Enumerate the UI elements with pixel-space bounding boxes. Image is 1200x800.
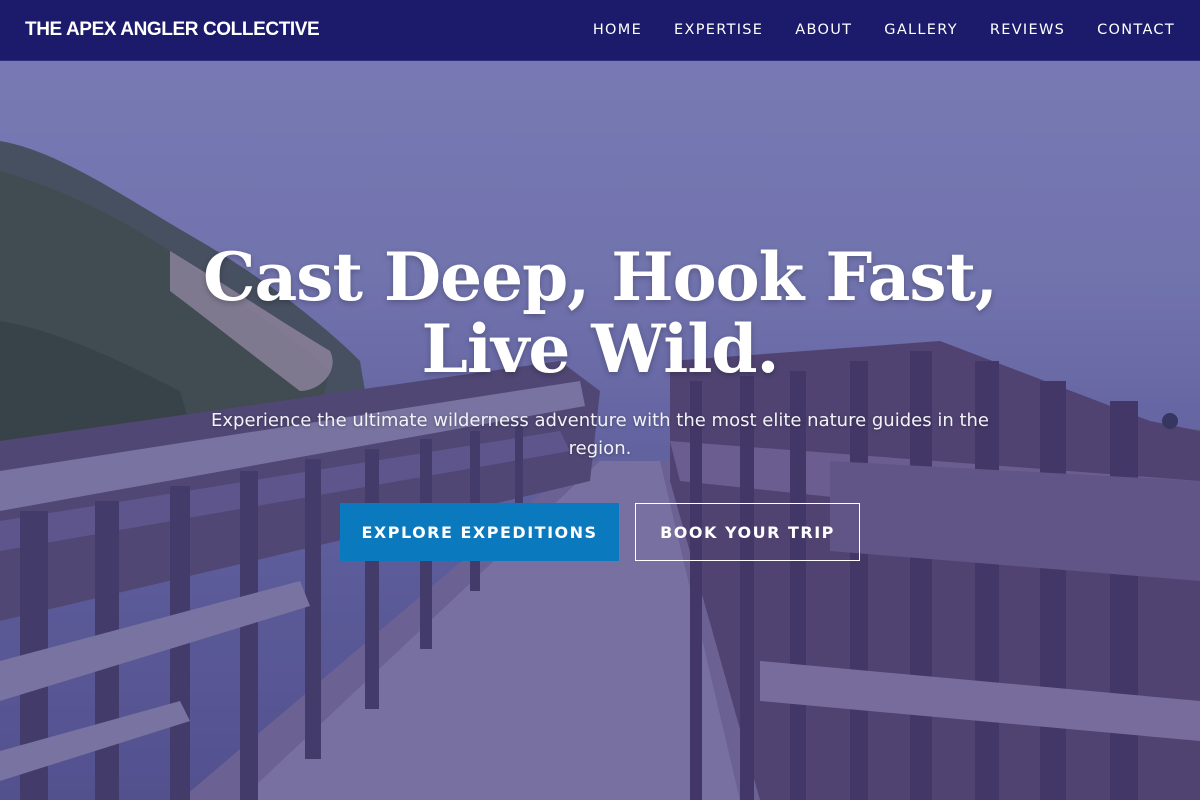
hero-subtext: Experience the ultimate wilderness adven… [211, 410, 989, 459]
hero-content: Cast Deep, Hook Fast, Live Wild. Experie… [0, 61, 1200, 800]
explore-expeditions-button[interactable]: EXPLORE EXPEDITIONS [340, 503, 619, 561]
book-your-trip-button[interactable]: BOOK YOUR TRIP [635, 503, 860, 561]
hero-section: Cast Deep, Hook Fast, Live Wild. Experie… [0, 61, 1200, 800]
nav-link-contact[interactable]: CONTACT [1097, 22, 1175, 38]
nav-link-reviews[interactable]: REVIEWS [990, 22, 1065, 38]
top-navbar: THE APEX ANGLER COLLECTIVE HOME EXPERTIS… [0, 0, 1200, 61]
nav-links: HOME EXPERTISE ABOUT GALLERY REVIEWS CON… [561, 22, 1175, 38]
nav-link-home[interactable]: HOME [593, 22, 642, 38]
brand-logo-text[interactable]: THE APEX ANGLER COLLECTIVE [25, 19, 320, 41]
hero-headline-line2: Live Wild. [421, 310, 779, 388]
nav-link-about[interactable]: ABOUT [795, 22, 852, 38]
hero-headline: Cast Deep, Hook Fast, Live Wild. [150, 241, 1050, 385]
hero-headline-line1: Cast Deep, Hook Fast, [203, 238, 998, 316]
nav-link-gallery[interactable]: GALLERY [884, 22, 958, 38]
nav-link-expertise[interactable]: EXPERTISE [674, 22, 763, 38]
